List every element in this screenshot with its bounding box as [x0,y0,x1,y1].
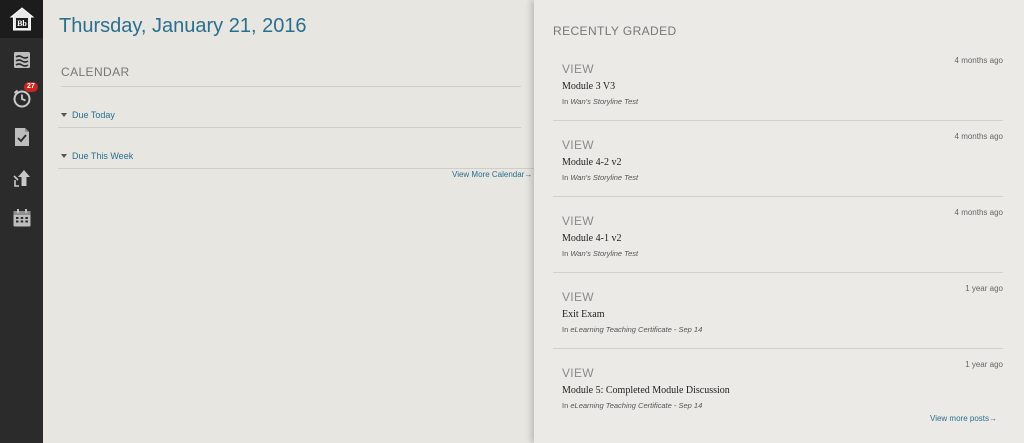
divider [553,272,1003,273]
calendar-icon [13,209,30,227]
blackboard-home-icon: Bb [9,7,34,31]
course-name: In Wan's Storyline Test [562,249,639,258]
item-title: Module 4-1 v2 [562,233,622,244]
divider [61,86,521,87]
course-name: In eLearning Teaching Certificate - Sep … [562,325,703,334]
recently-graded-heading: RECENTLY GRADED [553,24,677,38]
view-link[interactable]: VIEW [562,138,594,152]
course-name: In eLearning Teaching Certificate - Sep … [562,401,703,410]
item-title: Exit Exam [562,309,605,320]
activity-stream-button[interactable] [0,40,43,80]
course-name: In Wan's Storyline Test [562,97,639,106]
view-link[interactable]: VIEW [562,366,594,380]
divider [58,127,521,128]
item-title: Module 3 V3 [562,81,616,92]
upload-icon [12,170,30,187]
recently-graded-panel: RECENTLY GRADED VIEW 4 months ago Module… [534,0,1024,443]
divider [553,196,1003,197]
activity-stream-icon [13,52,30,68]
page-title: Thursday, January 21, 2016 [59,15,307,37]
divider [553,348,1003,349]
view-more-posts-link[interactable]: View more posts→ [930,414,997,423]
due-today-toggle[interactable]: Due Today [61,110,115,120]
view-more-calendar-link[interactable]: View More Calendar→ [452,170,532,179]
notification-badge: 27 [24,82,38,92]
view-link[interactable]: VIEW [562,214,594,228]
timestamp: 1 year ago [965,360,1003,369]
calendar-button[interactable] [0,198,43,238]
divider [58,168,535,169]
calendar-heading: CALENDAR [61,65,130,79]
item-title: Module 4-2 v2 [562,157,622,168]
upload-button[interactable] [0,158,43,198]
due-this-week-toggle[interactable]: Due This Week [61,151,133,161]
view-link[interactable]: VIEW [562,62,594,76]
triangle-down-icon [61,154,67,158]
timestamp: 1 year ago [965,284,1003,293]
triangle-down-icon [61,113,67,117]
due-today-label: Due Today [72,110,115,120]
calendar-panel: Thursday, January 21, 2016 CALENDAR Due … [43,0,535,443]
timestamp: 4 months ago [954,132,1003,141]
sidebar-nav: Bb 27 [0,0,43,443]
svg-text:Bb: Bb [17,19,27,28]
due-items-button[interactable]: 27 [0,78,43,118]
grades-icon [14,128,29,146]
home-button[interactable]: Bb [0,0,43,38]
item-title: Module 5: Completed Module Discussion [562,385,730,396]
course-name: In Wan's Storyline Test [562,173,639,182]
view-link[interactable]: VIEW [562,290,594,304]
timestamp: 4 months ago [954,208,1003,217]
due-this-week-label: Due This Week [72,151,134,161]
divider [553,120,1003,121]
grades-button[interactable] [0,117,43,157]
timestamp: 4 months ago [954,56,1003,65]
